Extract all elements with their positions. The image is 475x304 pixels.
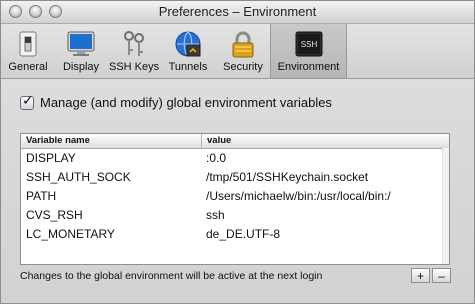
manage-env-checkbox-label[interactable]: Manage (and modify) global environment v… xyxy=(40,95,332,110)
tab-general-label: General xyxy=(8,61,48,73)
terminal-icon-text: SSH xyxy=(300,40,317,49)
manage-env-checkbox-row[interactable]: Manage (and modify) global environment v… xyxy=(20,93,332,110)
column-header-value[interactable]: value xyxy=(202,134,231,148)
tab-display-label: Display xyxy=(62,61,100,73)
variable-value-cell[interactable]: :0.0 xyxy=(201,149,446,168)
tab-security-label: Security xyxy=(223,61,263,73)
environment-variables-table[interactable]: Variable name value DISPLAY :0.0 SSH_AUT… xyxy=(20,133,450,265)
variable-name-cell[interactable]: LC_MONETARY xyxy=(21,225,201,244)
tab-ssh-keys[interactable]: SSH Keys xyxy=(109,24,159,78)
tab-ssh-keys-label: SSH Keys xyxy=(109,61,160,73)
window-title: Preferences – Environment xyxy=(158,4,317,19)
remove-variable-button[interactable]: – xyxy=(432,268,451,283)
display-monitor-icon xyxy=(67,31,95,56)
tab-environment-label: Environment xyxy=(277,61,340,73)
preferences-window: Preferences – Environment General Displa… xyxy=(0,0,475,304)
add-variable-button[interactable]: + xyxy=(411,268,430,283)
variable-name-cell[interactable]: CVS_RSH xyxy=(21,206,201,225)
tab-security[interactable]: Security xyxy=(217,24,269,78)
variable-value-cell[interactable]: ssh xyxy=(201,206,446,225)
table-row[interactable]: PATH /Users/michaelw/bin:/usr/local/bin:… xyxy=(21,187,449,206)
table-header: Variable name value xyxy=(21,134,449,149)
login-notice-text: Changes to the global environment will b… xyxy=(20,270,323,282)
tab-environment[interactable]: SSH Environment xyxy=(270,24,347,78)
table-row[interactable]: SSH_AUTH_SOCK /tmp/501/SSHKeychain.socke… xyxy=(21,168,449,187)
tab-tunnels-label: Tunnels xyxy=(168,61,208,73)
variable-value-cell[interactable]: /Users/michaelw/bin:/usr/local/bin:/ xyxy=(201,187,446,206)
row-edit-buttons: + – xyxy=(411,268,451,283)
variable-name-cell[interactable]: SSH_AUTH_SOCK xyxy=(21,168,201,187)
tab-tunnels[interactable]: Tunnels xyxy=(163,24,213,78)
preferences-toolbar: General Display SSH Keys Tunnels Securit… xyxy=(1,24,474,79)
environment-panel: Manage (and modify) global environment v… xyxy=(1,79,474,303)
table-row[interactable]: LC_MONETARY de_DE.UTF-8 xyxy=(21,225,449,244)
general-switch-icon xyxy=(19,31,37,57)
table-row[interactable]: CVS_RSH ssh xyxy=(21,206,449,225)
tunnels-globe-icon xyxy=(175,31,201,57)
variable-value-cell[interactable]: de_DE.UTF-8 xyxy=(201,225,446,244)
variable-name-cell[interactable]: DISPLAY xyxy=(21,149,201,168)
variable-name-cell[interactable]: PATH xyxy=(21,187,201,206)
terminal-ssh-icon: SSH xyxy=(295,31,322,57)
ssh-keys-icon xyxy=(124,31,144,56)
column-header-variable-name[interactable]: Variable name xyxy=(21,134,202,148)
table-row[interactable]: DISPLAY :0.0 xyxy=(21,149,449,168)
manage-env-checkbox[interactable] xyxy=(20,93,34,110)
variable-value-cell[interactable]: /tmp/501/SSHKeychain.socket xyxy=(201,168,446,187)
vertical-scrollbar[interactable] xyxy=(442,148,449,264)
title-bar[interactable]: Preferences – Environment xyxy=(1,1,474,24)
lock-icon xyxy=(232,31,254,58)
tab-general[interactable]: General xyxy=(3,24,53,78)
tab-display[interactable]: Display xyxy=(56,24,106,78)
